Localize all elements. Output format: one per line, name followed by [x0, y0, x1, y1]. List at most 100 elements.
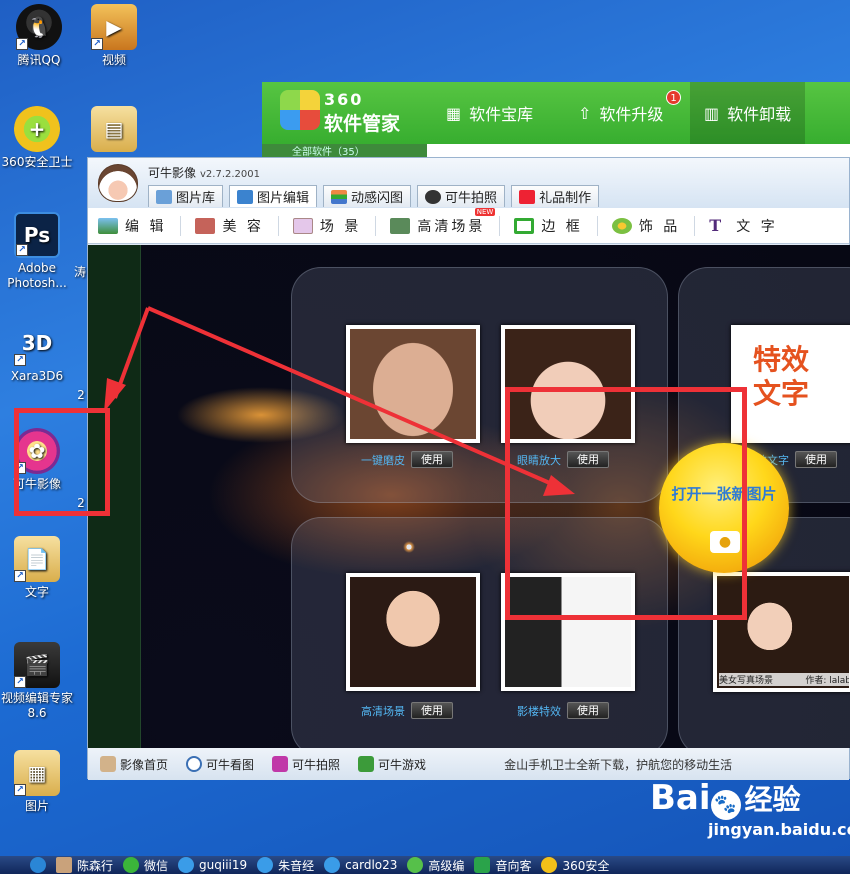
use-button[interactable]: 使用	[795, 451, 837, 468]
use-button[interactable]: 使用	[411, 702, 453, 719]
annotation-box-open-button	[505, 387, 747, 620]
desktop-icon-photoshop[interactable]: Ps ↗ Adobe Photosh...	[0, 212, 76, 291]
divider	[694, 215, 696, 236]
video-folder-icon: ▶ ↗	[91, 4, 137, 50]
desktop-icon-label: 视频编辑专家 8.6	[0, 691, 73, 720]
tool-border[interactable]: 边 框	[514, 216, 582, 236]
paw-icon: 🐾	[710, 789, 741, 820]
scene-frame-icon	[292, 217, 313, 234]
feature-caption: 高清场景 使用	[361, 702, 453, 719]
taskbar: 陈森行 微信 guqiii19 朱音经 cardlo23 高级编 音向客 360…	[0, 856, 850, 874]
upgrade-arrow-icon: ⇧	[578, 103, 592, 123]
folder-icon: 📄 ↗	[14, 536, 60, 582]
text-effect-art: 特效文字	[735, 329, 850, 439]
qq-chat-icon	[324, 857, 341, 873]
taskbar-item-chat3[interactable]: cardlo23	[324, 857, 397, 873]
feature-caption: 一键磨皮 使用	[361, 451, 453, 468]
status-link-games[interactable]: 可牛游戏	[358, 756, 426, 773]
desktop-icon-label: 360安全卫士	[1, 155, 73, 169]
gift-icon	[519, 189, 536, 204]
desktop-icon-video-editor[interactable]: 🎬 ↗ 视频编辑专家 8.6	[0, 642, 76, 721]
keniu-title: 可牛影像 v2.7.2.2001	[148, 166, 261, 180]
keniu-tool-bar: 编 辑 美 容 场 景 高清场景 NEW 边 框 饰 品 T文 字	[88, 207, 849, 244]
tool-accessory[interactable]: 饰 品	[611, 216, 680, 236]
divider	[277, 215, 279, 236]
desktop-icon-360[interactable]: + 360安全卫士	[0, 106, 76, 170]
landscape-icon	[98, 217, 118, 234]
desktop-icon-text[interactable]: 📄 ↗ 文字	[0, 536, 76, 600]
thumb-skin-smoothing[interactable]	[346, 325, 480, 443]
desktop-icon-pictures[interactable]: ▦ ↗ 图片	[0, 750, 76, 814]
status-link-camera[interactable]: 可牛拍照	[272, 756, 340, 773]
ad-text-link[interactable]: 金山手机卫士全新下载，护航您的移动生活	[504, 756, 732, 773]
desktop-icon-label: 文字	[24, 585, 49, 599]
desktop-icon-video[interactable]: ▶ ↗ 视频	[75, 4, 153, 68]
film-strip-icon	[331, 189, 348, 204]
360-icon	[541, 857, 558, 873]
taskbar-item-wechat[interactable]: 微信	[123, 857, 168, 874]
qq-chat-icon	[257, 857, 274, 873]
desktop-icon-qq[interactable]: 🐧 ↗ 腾讯QQ	[0, 4, 78, 68]
keniu-titlebar: 可牛影像 v2.7.2.2001 图片库 图片编辑 动感闪图 可牛拍照 礼品制作	[88, 158, 849, 208]
app360-tab-library[interactable]: ▦ 软件宝库	[432, 82, 547, 144]
hd-scene-icon	[390, 217, 411, 234]
taskbar-item-contact[interactable]: 陈森行	[56, 857, 113, 874]
desktop-icon-label: Xara3D6	[10, 369, 64, 383]
desktop-partial-label: 2	[77, 388, 85, 402]
keniu-main-tabs: 图片库 图片编辑 动感闪图 可牛拍照 礼品制作	[148, 185, 600, 207]
face-icon	[195, 217, 216, 234]
tool-edit[interactable]: 编 辑	[98, 216, 166, 236]
app360-tab-uninstall[interactable]: ▥ 软件卸载	[690, 82, 806, 144]
app-icon	[474, 857, 491, 873]
status-link-viewer[interactable]: 可牛看图	[186, 756, 254, 773]
thumb-text-effect[interactable]: 特效文字	[731, 325, 850, 443]
taskbar-item-app[interactable]: 音向客	[474, 857, 531, 874]
taskbar-item-chat2[interactable]: 朱音经	[257, 857, 314, 874]
tool-beauty[interactable]: 美 容	[195, 216, 263, 236]
360-safe-icon: +	[14, 106, 60, 152]
app360-tab-upgrade[interactable]: ⇧ 软件升级	[564, 82, 677, 144]
grid-icon: ▦	[446, 103, 462, 123]
desktop-icon-file[interactable]: ▤	[75, 106, 153, 155]
gallery-icon	[156, 189, 172, 204]
divider	[596, 215, 598, 236]
tab-flash-gif[interactable]: 动感闪图	[323, 185, 412, 207]
tab-camera[interactable]: 可牛拍照	[417, 185, 506, 207]
cow-small-icon	[100, 756, 116, 772]
tab-picture-edit[interactable]: 图片编辑	[229, 185, 318, 207]
webcam-icon	[425, 189, 442, 204]
upgrade-count-badge: 1	[666, 90, 681, 105]
tool-scene[interactable]: 场 景	[292, 216, 361, 236]
avatar-icon	[56, 857, 72, 873]
folder-icon: ▦ ↗	[14, 750, 60, 796]
file-folder-icon: ▤	[91, 106, 137, 152]
baidu-jingyan-watermark: Bai🐾经验 jingyan.baidu.com	[650, 778, 850, 839]
taskbar-item-k[interactable]	[30, 857, 46, 873]
taskbar-item-chat1[interactable]: guqiii19	[178, 857, 247, 873]
qq-penguin-icon: 🐧 ↗	[16, 4, 62, 50]
feature-caption: 影楼特效 使用	[517, 702, 609, 719]
wechat-icon	[123, 857, 140, 873]
edit-picture-icon	[237, 189, 254, 204]
tool-text[interactable]: T文 字	[709, 216, 777, 236]
tool-hd-scene[interactable]: 高清场景 NEW	[390, 207, 496, 236]
status-link-home[interactable]: 影像首页	[100, 756, 168, 773]
taskbar-item-360[interactable]: 360安全	[541, 857, 609, 874]
desktop-icon-xara3d[interactable]: 3D ↗ Xara3D6	[0, 320, 76, 384]
photo-caption: 美女写真场景 作者: lalab	[719, 673, 849, 686]
thumb-hd-scene[interactable]	[346, 573, 480, 691]
smiling-woman-image	[350, 577, 476, 687]
tab-gift[interactable]: 礼品制作	[511, 185, 600, 207]
game-icon	[358, 756, 375, 772]
k-icon	[30, 857, 46, 873]
use-button[interactable]: 使用	[411, 451, 453, 468]
taskbar-item-editor[interactable]: 高级编	[407, 857, 464, 874]
divider	[180, 215, 182, 236]
tab-picture-library[interactable]: 图片库	[148, 185, 224, 207]
app360-window: 360 软件管家 ▦ 软件宝库 ⇧ 软件升级 1 ▥ 软件卸载 全部软件（35）	[262, 82, 850, 162]
text-t-icon: T	[709, 215, 725, 235]
divider	[499, 215, 501, 236]
annotation-box-desktop-icon	[14, 408, 110, 516]
video-editor-icon: 🎬 ↗	[14, 642, 60, 688]
use-button[interactable]: 使用	[567, 702, 609, 719]
